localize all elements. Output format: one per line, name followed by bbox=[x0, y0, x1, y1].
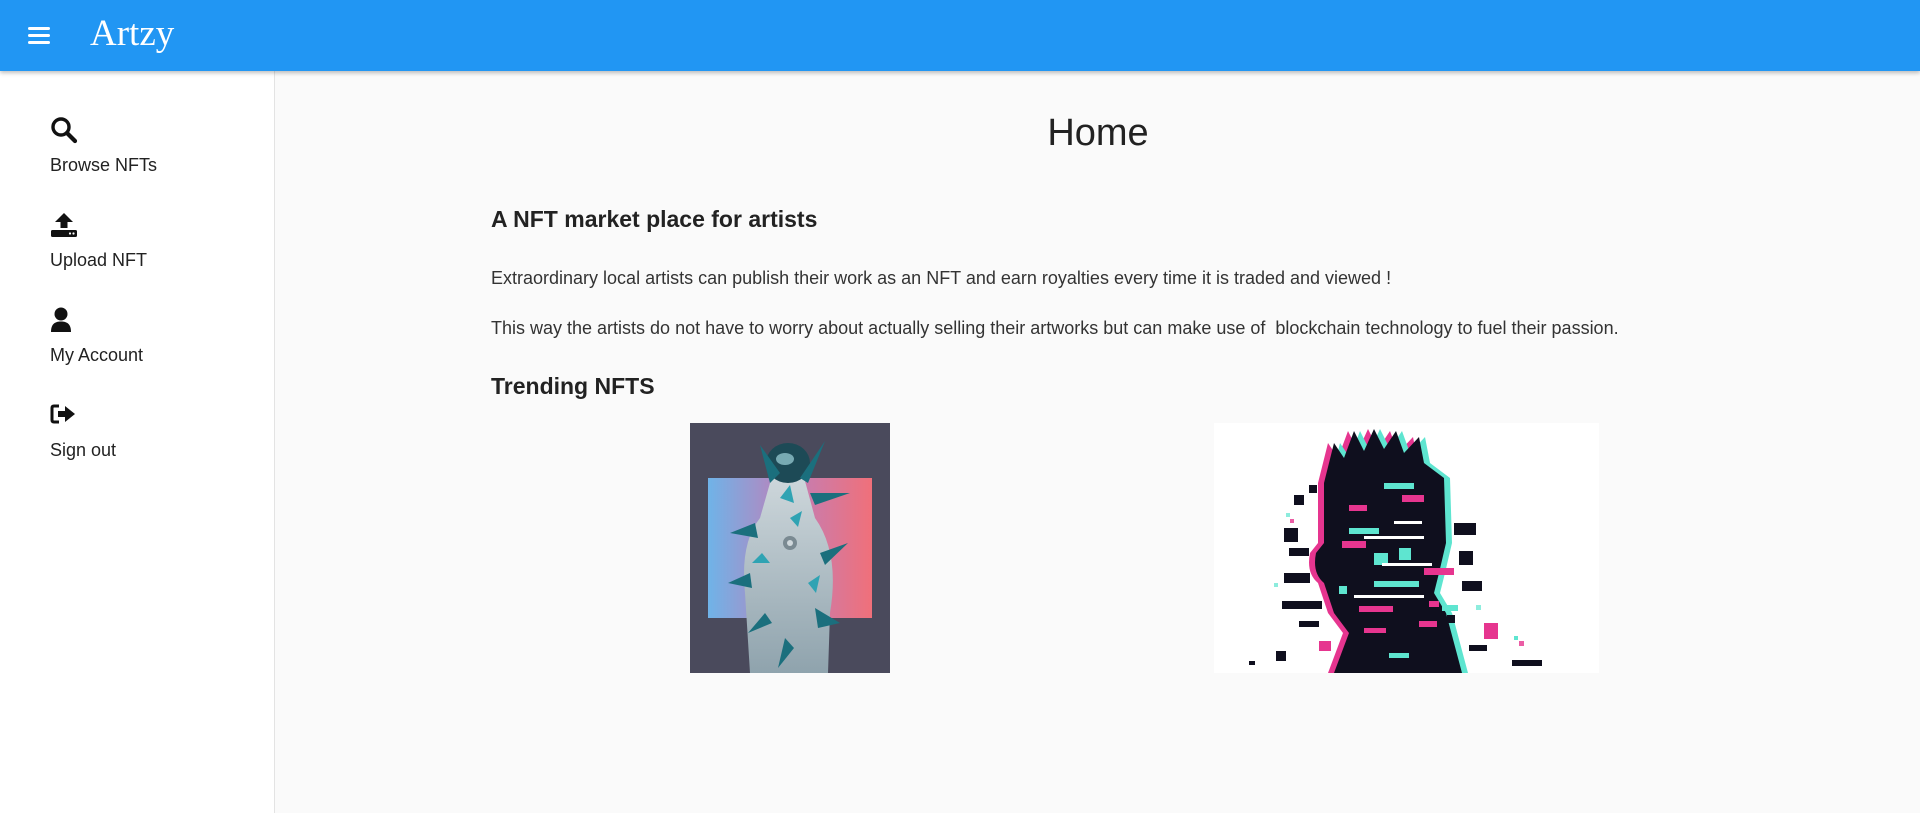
astronaut-artwork-image bbox=[690, 423, 890, 673]
sidebar-item-upload-nft[interactable]: Upload NFT bbox=[50, 211, 250, 291]
trending-heading: Trending NFTS bbox=[491, 373, 655, 399]
upload-icon bbox=[51, 213, 77, 237]
nft-artwork-glitch-portrait[interactable] bbox=[1214, 423, 1599, 673]
brand-title[interactable]: Artzy bbox=[90, 12, 174, 56]
section-heading: A NFT market place for artists bbox=[491, 206, 818, 232]
app-bar: Artzy bbox=[0, 0, 1920, 71]
nft-artwork-astronaut[interactable] bbox=[690, 423, 890, 673]
glitch-portrait-artwork-image bbox=[1214, 423, 1599, 673]
sidebar: Browse NFTs Upload NFT My Account Sign o… bbox=[0, 71, 275, 813]
sidebar-item-label: Browse NFTs bbox=[50, 155, 158, 175]
search-icon bbox=[51, 117, 78, 144]
sidebar-item-label: My Account bbox=[50, 345, 144, 365]
sidebar-item-label: Upload NFT bbox=[50, 250, 148, 270]
sign-out-icon bbox=[50, 404, 75, 424]
intro-paragraph: Extraordinary local artists can publish … bbox=[491, 268, 1392, 288]
intro-paragraph: This way the artists do not have to worr… bbox=[491, 318, 1619, 338]
menu-button[interactable] bbox=[18, 17, 60, 53]
sidebar-item-label: Sign out bbox=[50, 440, 117, 460]
page-title: Home bbox=[1047, 112, 1149, 154]
user-icon bbox=[51, 307, 71, 332]
sidebar-item-my-account[interactable]: My Account bbox=[50, 306, 250, 386]
sidebar-item-browse-nfts[interactable]: Browse NFTs bbox=[50, 116, 250, 196]
menu-icon bbox=[28, 27, 50, 44]
sidebar-item-sign-out[interactable]: Sign out bbox=[50, 401, 250, 481]
